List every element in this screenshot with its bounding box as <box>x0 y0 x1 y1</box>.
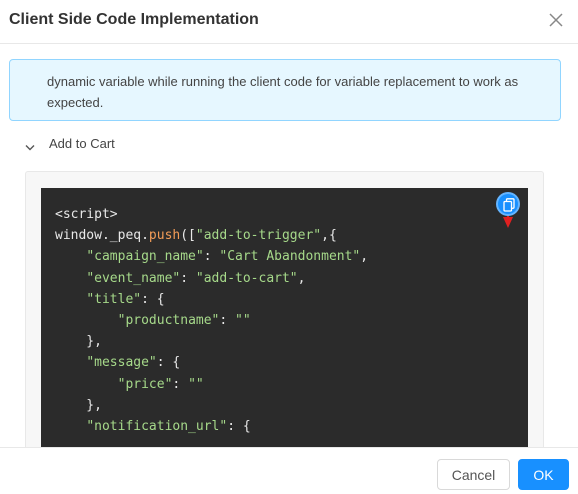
code-line: "productname": "" <box>55 310 368 331</box>
section-label: Add to Cart <box>49 136 115 151</box>
code-token: "" <box>235 313 251 329</box>
code-line: <script> <box>55 204 368 225</box>
code-token: "" <box>188 376 204 392</box>
code-token: : <box>172 376 189 392</box>
code-token: window._peq. <box>55 228 149 244</box>
code-token: "add-to-trigger" <box>195 228 322 244</box>
code-token: "notification_url" <box>86 419 228 435</box>
code-line: window._peq.push(["add-to-trigger",{ <box>55 225 368 246</box>
close-icon[interactable] <box>548 12 564 28</box>
code-token: "productname" <box>117 313 220 329</box>
code-token: "title" <box>86 291 142 307</box>
code-token: , <box>360 249 369 265</box>
code-text: <script> window._peq.push(["add-to-trigge… <box>55 204 368 437</box>
code-token: "price" <box>117 376 173 392</box>
copy-icon <box>503 198 515 212</box>
code-token: "Cart Abandonment" <box>219 249 361 265</box>
ok-button[interactable]: OK <box>518 459 569 490</box>
code-token: "campaign_name" <box>86 249 204 265</box>
code-token: : { <box>141 291 165 307</box>
dialog-title: Client Side Code Implementation <box>9 11 259 28</box>
code-line: "price": "" <box>55 374 368 395</box>
code-token: }, <box>55 397 102 413</box>
copy-code-button[interactable] <box>496 192 520 216</box>
code-line: }, <box>55 395 368 416</box>
code-token: ,{ <box>321 228 337 244</box>
code-token: <script> <box>55 207 118 222</box>
info-alert: dynamic variable while running the clien… <box>9 59 561 121</box>
code-token: "add-to-cart" <box>195 270 298 286</box>
code-token: }, <box>55 334 102 350</box>
info-alert-text: dynamic variable while running the clien… <box>47 74 519 110</box>
dialog-body[interactable]: dynamic variable while running the clien… <box>0 45 578 447</box>
code-token: "event_name" <box>86 270 181 286</box>
code-token: : { <box>156 355 181 371</box>
dialog-footer: Cancel OK <box>0 447 578 494</box>
code-line: "title": { <box>55 289 368 310</box>
code-token: : { <box>227 419 251 435</box>
code-token: ([ <box>180 228 196 244</box>
code-line: }, <box>55 331 368 352</box>
dialog-header: Client Side Code Implementation <box>0 0 578 44</box>
code-block[interactable]: <script> window._peq.push(["add-to-trigge… <box>41 188 528 447</box>
code-line: "event_name": "add-to-cart", <box>55 268 368 289</box>
code-token: "message" <box>86 355 157 371</box>
cancel-button[interactable]: Cancel <box>437 459 510 490</box>
chevron-down-icon <box>25 139 35 151</box>
code-implementation-dialog: Client Side Code Implementation dynamic … <box>0 0 578 494</box>
code-token: : <box>219 313 236 329</box>
code-token: , <box>297 270 306 286</box>
code-line: "notification_url": { <box>55 416 368 437</box>
code-token: : <box>203 249 220 265</box>
code-line: "campaign_name": "Cart Abandonment", <box>55 246 368 267</box>
code-token: push <box>148 228 181 244</box>
code-token: : <box>180 270 196 286</box>
code-line: "message": { <box>55 352 368 373</box>
